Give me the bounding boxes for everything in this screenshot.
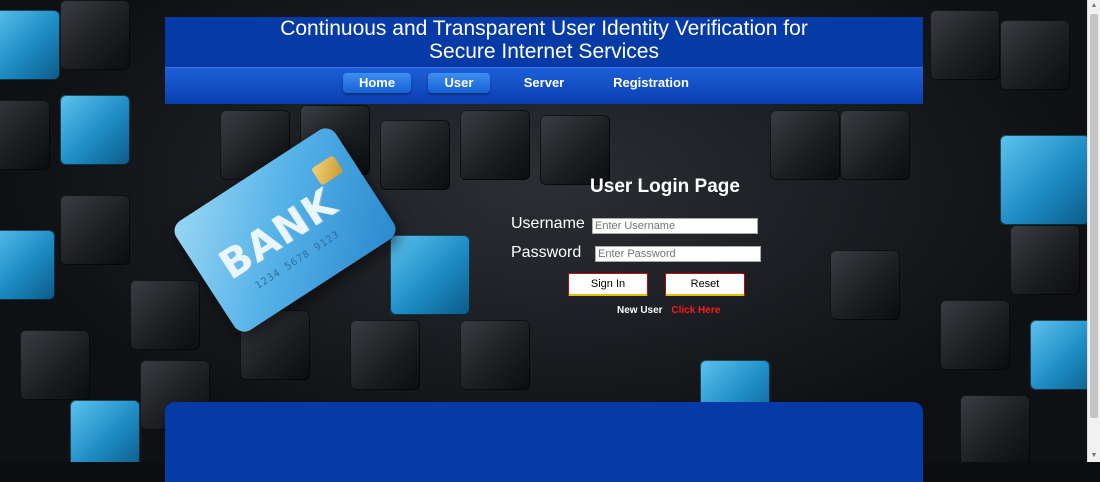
page-title: Continuous and Transparent User Identity…	[165, 17, 923, 63]
new-user-row: New User Click Here	[617, 305, 720, 316]
background-cube	[830, 250, 900, 320]
sign-in-button[interactable]: Sign In	[568, 273, 648, 296]
background-cube	[60, 95, 130, 165]
nav-registration[interactable]: Registration	[605, 73, 697, 93]
triangle-down-icon[interactable]: ▼	[1088, 450, 1100, 462]
title-line-1: Continuous and Transparent User Identity…	[280, 17, 808, 40]
background-cube	[60, 0, 130, 70]
background-cube	[840, 110, 910, 180]
background-cube	[60, 195, 130, 265]
background-cube	[540, 115, 610, 185]
background-cube	[0, 230, 55, 300]
title-line-2: Secure Internet Services	[429, 40, 659, 63]
background-cube	[770, 110, 840, 180]
background-cube	[130, 280, 200, 350]
background-cube	[1000, 20, 1070, 90]
background-cube	[930, 10, 1000, 80]
username-label: Username	[511, 215, 585, 232]
background-cube	[940, 300, 1010, 370]
nav-home[interactable]: Home	[343, 73, 411, 93]
background-cube	[1010, 225, 1080, 295]
background-cube	[960, 395, 1030, 462]
background-cube	[0, 100, 50, 170]
password-label: Password	[511, 244, 582, 261]
background-cube	[460, 110, 530, 180]
login-title: User Login Page	[590, 176, 740, 197]
background-cube	[20, 330, 90, 400]
reset-button[interactable]: Reset	[665, 273, 745, 296]
background-cube	[1030, 320, 1088, 390]
click-here-link[interactable]: Click Here	[671, 305, 720, 316]
triangle-up-icon[interactable]: ▲	[1088, 0, 1100, 12]
background-cube	[380, 120, 450, 190]
nav-server[interactable]: Server	[515, 73, 573, 93]
footer-panel	[165, 402, 923, 482]
scrollbar-thumb[interactable]	[1090, 14, 1098, 418]
password-input[interactable]	[595, 246, 761, 262]
background-cube	[350, 320, 420, 390]
nav-user[interactable]: User	[428, 73, 490, 93]
new-user-text: New User	[617, 305, 663, 316]
background-cube	[0, 10, 60, 80]
username-input[interactable]	[592, 218, 758, 234]
site-header: Continuous and Transparent User Identity…	[165, 17, 923, 104]
background-cube	[1000, 135, 1088, 225]
vertical-scrollbar[interactable]: ▲ ▼	[1087, 0, 1100, 462]
nav-bar: Home User Server Registration	[165, 67, 923, 104]
background-cube	[460, 320, 530, 390]
background-cube	[70, 400, 140, 462]
background-cube	[390, 235, 470, 315]
